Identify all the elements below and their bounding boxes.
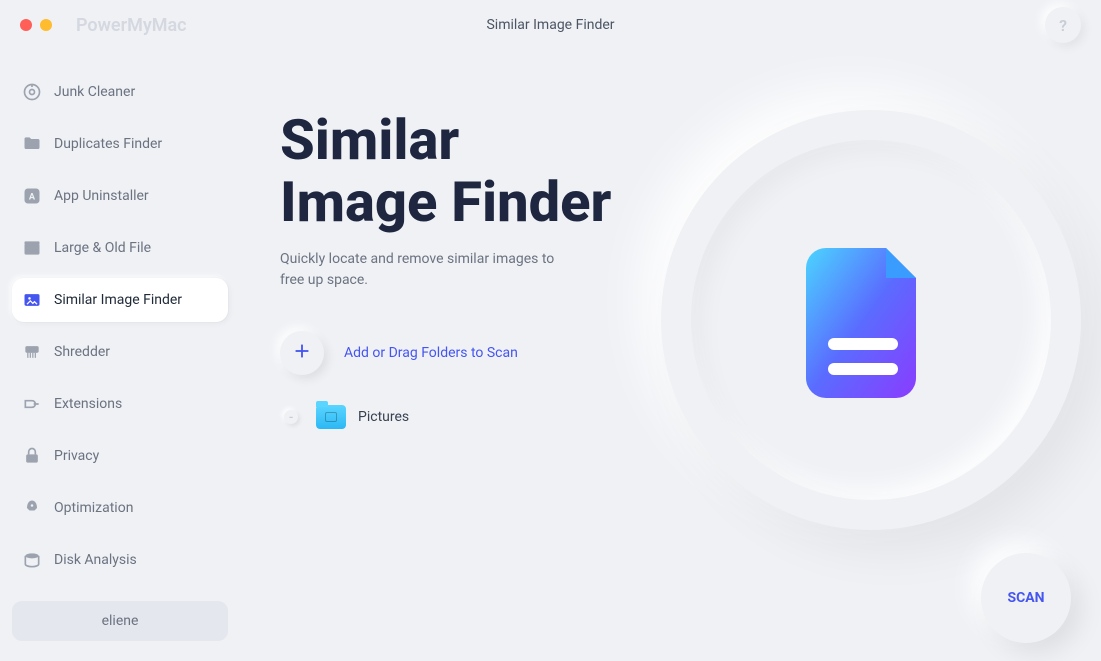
puzzle-icon: [22, 394, 42, 414]
shredder-icon: [22, 342, 42, 362]
plus-icon: [291, 340, 313, 366]
svg-text:A: A: [29, 192, 36, 202]
sidebar-item-label: Privacy: [54, 448, 99, 464]
header-title: Similar Image Finder: [486, 17, 614, 33]
minimize-window-button[interactable]: [40, 19, 52, 31]
apps-icon: A: [22, 186, 42, 206]
sidebar-item-junk-cleaner[interactable]: Junk Cleaner: [12, 70, 228, 114]
sidebar-item-label: Duplicates Finder: [54, 136, 162, 152]
sidebar-item-shredder[interactable]: Shredder: [12, 330, 228, 374]
folders-icon: [22, 134, 42, 154]
sidebar-item-optimization[interactable]: Optimization: [12, 486, 228, 530]
sidebar-item-extensions[interactable]: Extensions: [12, 382, 228, 426]
sidebar-item-label: Disk Analysis: [54, 552, 137, 568]
lock-icon: [22, 446, 42, 466]
sidebar-item-duplicates-finder[interactable]: Duplicates Finder: [12, 122, 228, 166]
titlebar: PowerMyMac Similar Image Finder ?: [0, 0, 1101, 50]
page-subtitle: Quickly locate and remove similar images…: [280, 249, 580, 291]
minus-icon: −: [289, 413, 294, 422]
traffic-lights: [20, 19, 52, 31]
sidebar-item-label: Extensions: [54, 396, 122, 412]
sidebar-item-disk-analysis[interactable]: Disk Analysis: [12, 538, 228, 582]
sidebar-item-label: Similar Image Finder: [54, 292, 182, 308]
add-folder-label[interactable]: Add or Drag Folders to Scan: [344, 345, 518, 361]
folder-name: Pictures: [358, 409, 409, 425]
box-icon: [22, 238, 42, 258]
sidebar-item-label: Optimization: [54, 500, 133, 516]
user-account-button[interactable]: eliene: [12, 601, 228, 641]
sidebar: Junk Cleaner Duplicates Finder A App Uni…: [0, 50, 240, 661]
sidebar-item-label: Shredder: [54, 344, 110, 360]
disk-icon: [22, 550, 42, 570]
add-folder-button[interactable]: [280, 331, 324, 375]
sidebar-item-label: Junk Cleaner: [54, 84, 135, 100]
illustration-inner: [691, 140, 1051, 500]
sidebar-item-privacy[interactable]: Privacy: [12, 434, 228, 478]
sidebar-item-similar-image-finder[interactable]: Similar Image Finder: [12, 278, 228, 322]
gauge-icon: [22, 82, 42, 102]
folder-icon: [316, 405, 346, 429]
close-window-button[interactable]: [20, 19, 32, 31]
scan-button[interactable]: SCAN: [981, 553, 1071, 643]
image-icon: [22, 290, 42, 310]
document-illustration-icon: [806, 238, 936, 402]
sidebar-item-label: Large & Old File: [54, 240, 151, 256]
sidebar-item-large-old-file[interactable]: Large & Old File: [12, 226, 228, 270]
remove-folder-button[interactable]: −: [284, 410, 298, 424]
sidebar-item-app-uninstaller[interactable]: A App Uninstaller: [12, 174, 228, 218]
illustration-circle: [661, 110, 1081, 530]
help-button[interactable]: ?: [1045, 7, 1081, 43]
app-name: PowerMyMac: [76, 15, 187, 36]
main-content: Similar Image Finder Quickly locate and …: [240, 50, 1101, 661]
rocket-icon: [22, 498, 42, 518]
sidebar-item-label: App Uninstaller: [54, 188, 149, 204]
